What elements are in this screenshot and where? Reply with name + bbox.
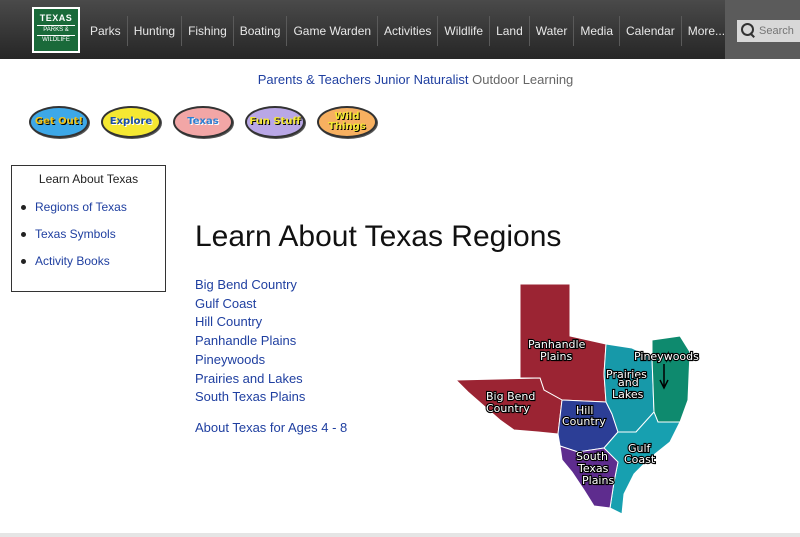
search-icon[interactable] xyxy=(737,20,759,42)
section-buttons: Get Out! Explore Texas Fun Stuff Wild Th… xyxy=(29,106,389,138)
sidebar-item-symbols: Texas Symbols xyxy=(21,227,165,241)
bullet-icon xyxy=(21,204,26,210)
breadcrumb: Parents & Teachers Junior Naturalist Out… xyxy=(0,72,800,87)
breadcrumb-junior-naturalist[interactable]: Junior Naturalist xyxy=(375,72,469,87)
page-title: Learn About Texas Regions xyxy=(195,220,562,253)
nav-item-fishing[interactable]: Fishing xyxy=(182,16,234,46)
explore-button[interactable]: Explore xyxy=(101,106,161,138)
region-link-list: Big Bend Country Gulf Coast Hill Country… xyxy=(195,276,305,407)
search-input[interactable] xyxy=(759,25,799,37)
sidebar-link-activity-books[interactable]: Activity Books xyxy=(35,254,110,268)
search-area xyxy=(725,0,800,59)
bullet-icon xyxy=(21,231,26,237)
sidebar: Learn About Texas Regions of Texas Texas… xyxy=(11,165,166,292)
top-navigation-bar: TEXAS PARKS & WILDLIFE Parks Hunting Fis… xyxy=(0,0,800,59)
nav-item-media[interactable]: Media xyxy=(574,16,621,46)
nav-item-wildlife[interactable]: Wildlife xyxy=(438,16,491,46)
breadcrumb-outdoor-learning: Outdoor Learning xyxy=(472,72,574,87)
nav-item-more[interactable]: More... xyxy=(682,16,731,46)
bullet-icon xyxy=(21,258,26,264)
sidebar-item-activity-books: Activity Books xyxy=(21,254,165,268)
footer-divider xyxy=(0,533,800,537)
logo-text-line1: TEXAS xyxy=(39,13,73,23)
nav-item-boating[interactable]: Boating xyxy=(234,16,288,46)
nav-item-parks[interactable]: Parks xyxy=(84,16,128,46)
region-link-gulf-coast[interactable]: Gulf Coast xyxy=(195,295,305,314)
get-out-label: Get Out! xyxy=(34,116,84,127)
map-region-pineywoods[interactable] xyxy=(651,335,691,423)
fun-stuff-button[interactable]: Fun Stuff xyxy=(245,106,305,138)
nav-item-water[interactable]: Water xyxy=(530,16,575,46)
ages-4-8-link[interactable]: About Texas for Ages 4 - 8 xyxy=(195,420,347,435)
texas-regions-map: Panhandle Plains Pineywoods Prairies and… xyxy=(454,283,700,515)
texas-button[interactable]: Texas xyxy=(173,106,233,138)
map-label-south: South Texas Plains xyxy=(576,450,614,487)
map-label-gulf: Gulf Coast xyxy=(624,442,656,466)
logo-text-line2: PARKS & xyxy=(37,25,75,35)
region-link-hill-country[interactable]: Hill Country xyxy=(195,313,305,332)
texas-label: Texas xyxy=(187,116,219,127)
explore-label: Explore xyxy=(109,116,153,127)
sidebar-title: Learn About Texas xyxy=(38,172,139,186)
wild-things-button[interactable]: Wild Things xyxy=(317,106,377,138)
nav-item-hunting[interactable]: Hunting xyxy=(128,16,183,46)
wild-things-label: Wild Things xyxy=(328,111,366,132)
region-link-prairies-lakes[interactable]: Prairies and Lakes xyxy=(195,370,305,389)
map-label-pineywoods: Pineywoods xyxy=(634,350,699,363)
get-out-button[interactable]: Get Out! xyxy=(29,106,89,138)
sidebar-link-symbols[interactable]: Texas Symbols xyxy=(35,227,116,241)
main-nav: Parks Hunting Fishing Boating Game Warde… xyxy=(84,16,731,46)
tpwd-logo[interactable]: TEXAS PARKS & WILDLIFE xyxy=(32,7,80,53)
search-field-wrapper xyxy=(737,20,800,42)
nav-item-game-warden[interactable]: Game Warden xyxy=(287,16,379,46)
logo-text-line3: WILDLIFE xyxy=(37,35,75,45)
region-link-panhandle-plains[interactable]: Panhandle Plains xyxy=(195,332,305,351)
breadcrumb-parents-teachers[interactable]: Parents & Teachers xyxy=(258,72,371,87)
nav-item-activities[interactable]: Activities xyxy=(378,16,439,46)
sidebar-item-regions: Regions of Texas xyxy=(21,200,165,214)
region-link-south-texas[interactable]: South Texas Plains xyxy=(195,388,305,407)
region-link-pineywoods[interactable]: Pineywoods xyxy=(195,351,305,370)
nav-item-calendar[interactable]: Calendar xyxy=(620,16,682,46)
region-link-big-bend[interactable]: Big Bend Country xyxy=(195,276,305,295)
fun-stuff-label: Fun Stuff xyxy=(249,116,301,127)
sidebar-link-regions[interactable]: Regions of Texas xyxy=(35,200,127,214)
sidebar-list: Regions of Texas Texas Symbols Activity … xyxy=(12,200,165,268)
nav-item-land[interactable]: Land xyxy=(490,16,530,46)
